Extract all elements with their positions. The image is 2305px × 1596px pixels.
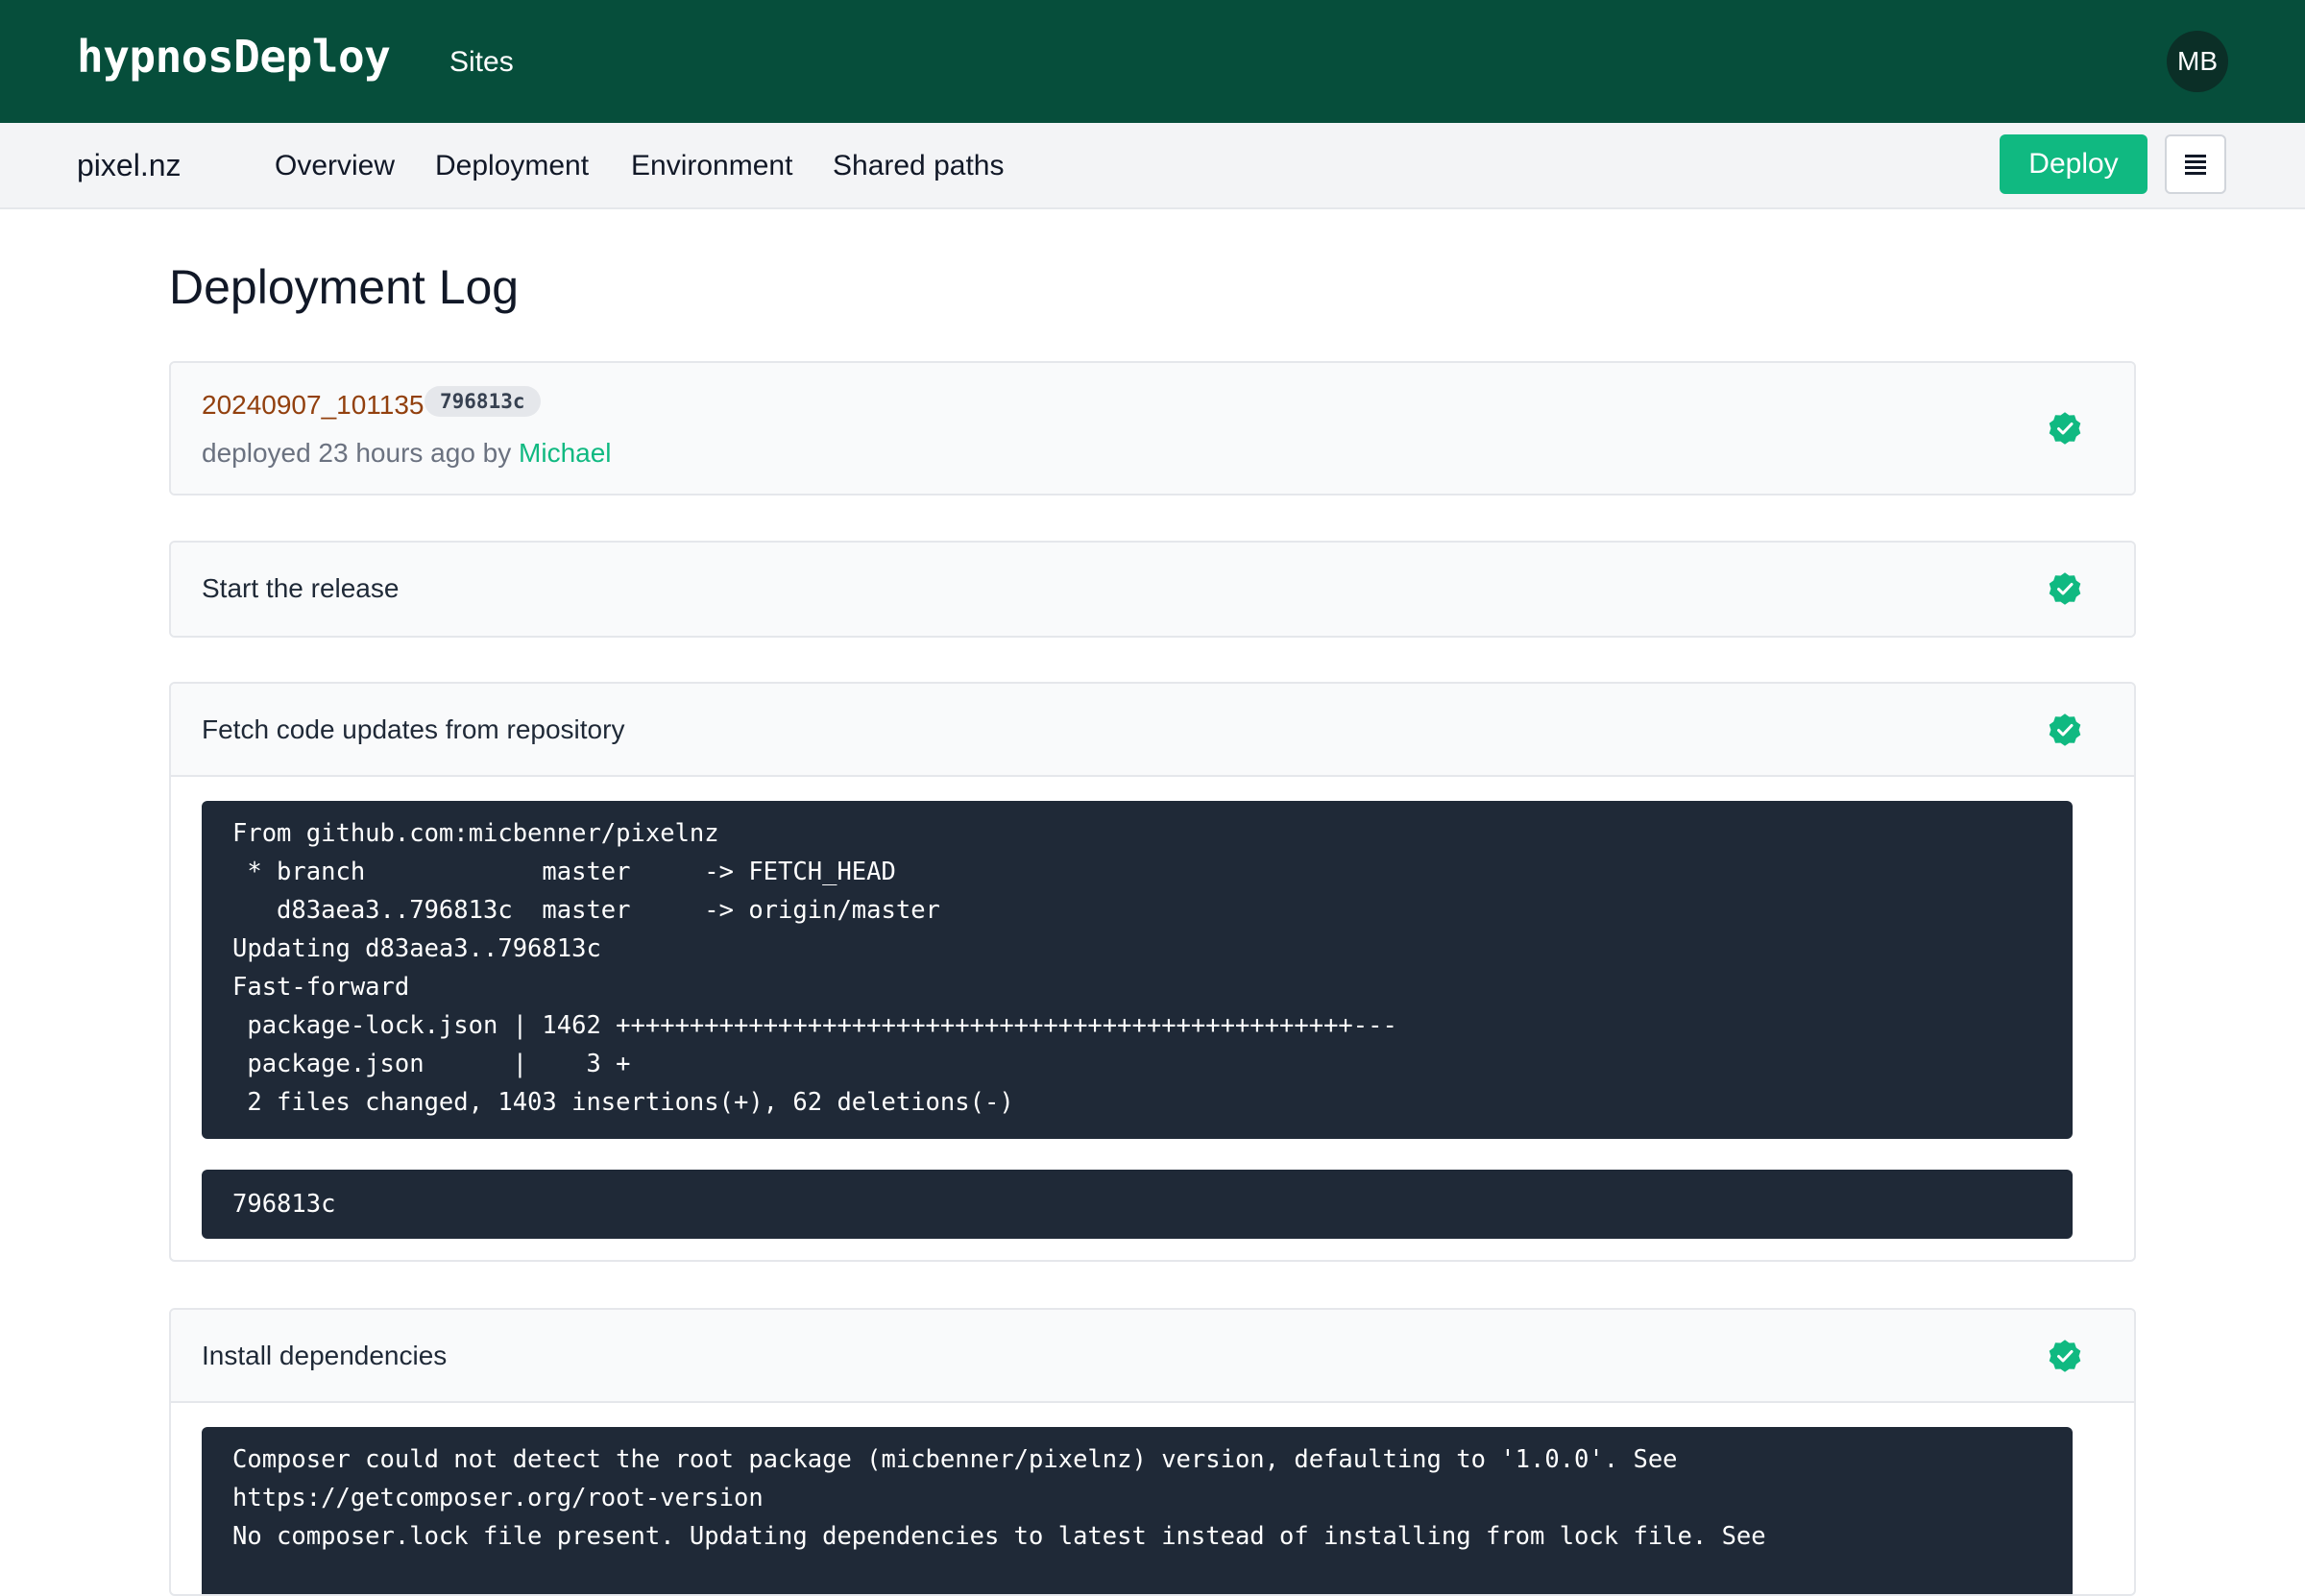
tab-deployment[interactable]: Deployment [435, 150, 589, 182]
step-header[interactable]: Fetch code updates from repository [171, 684, 2134, 777]
menu-button[interactable] [2165, 134, 2226, 194]
tab-overview[interactable]: Overview [275, 150, 395, 182]
check-badge-icon [2049, 412, 2081, 445]
step-card: Fetch code updates from repository From … [169, 682, 2136, 1262]
step-header[interactable]: Install dependencies [171, 1310, 2134, 1403]
menu-icon [2185, 154, 2206, 175]
site-subnav: pixel.nz Overview Deployment Environment… [0, 123, 2305, 209]
deployed-info: deployed 23 hours ago by Michael [202, 438, 612, 469]
tab-environment[interactable]: Environment [631, 150, 792, 182]
nav-link-sites[interactable]: Sites [449, 46, 514, 79]
deploy-button[interactable]: Deploy [2000, 134, 2147, 194]
deployed-by-user[interactable]: Michael [519, 438, 611, 468]
page-title: Deployment Log [169, 260, 520, 314]
check-badge-icon [2049, 572, 2081, 605]
step-card: Start the release [169, 541, 2136, 638]
release-card-header: 20240907_101135 796813c deployed 23 hour… [171, 363, 2134, 494]
check-badge-icon [2049, 713, 2081, 746]
brand-logo[interactable]: hypnosDeploy [77, 31, 391, 83]
command-output: From github.com:micbenner/pixelnz * bran… [202, 801, 2073, 1139]
step-title: Fetch code updates from repository [202, 714, 625, 744]
user-avatar[interactable]: MB [2167, 31, 2228, 92]
site-name: pixel.nz [77, 148, 182, 182]
step-title: Install dependencies [202, 1341, 448, 1370]
tab-shared-paths[interactable]: Shared paths [833, 150, 1004, 182]
release-card: 20240907_101135 796813c deployed 23 hour… [169, 361, 2136, 496]
top-navbar: hypnosDeploy Sites MB [0, 0, 2305, 123]
commit-hash-badge: 796813c [425, 386, 541, 417]
step-header[interactable]: Start the release [171, 543, 2134, 636]
release-id: 20240907_101135 [202, 390, 425, 420]
step-card: Install dependencies Composer could not … [169, 1308, 2136, 1596]
deployed-text: deployed 23 hours ago by [202, 438, 520, 468]
command-output: Composer could not detect the root packa… [202, 1427, 2073, 1594]
step-title: Start the release [202, 573, 400, 603]
check-badge-icon [2049, 1340, 2081, 1372]
command-output: 796813c [202, 1170, 2073, 1239]
